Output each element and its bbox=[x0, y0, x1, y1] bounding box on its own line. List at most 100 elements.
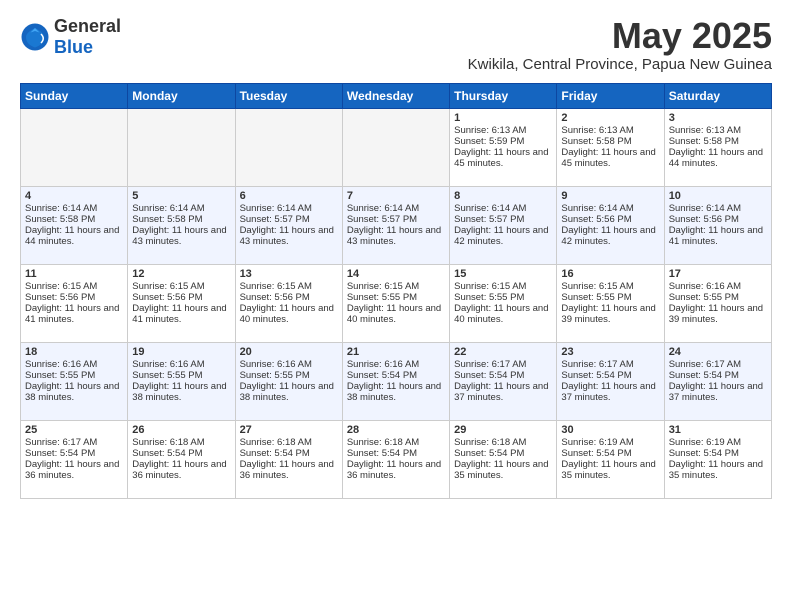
day-number: 30 bbox=[561, 424, 659, 436]
sunset: Sunset: 5:54 PM bbox=[347, 370, 417, 381]
daylight-label: Daylight: 11 hours and 36 minutes. bbox=[347, 459, 441, 481]
sunset: Sunset: 5:54 PM bbox=[669, 370, 739, 381]
sunrise: Sunrise: 6:15 AM bbox=[132, 281, 204, 292]
sunset: Sunset: 5:55 PM bbox=[25, 370, 95, 381]
sunrise: Sunrise: 6:14 AM bbox=[240, 203, 312, 214]
sunrise: Sunrise: 6:15 AM bbox=[454, 281, 526, 292]
logo-general: General bbox=[54, 16, 121, 36]
day-number: 1 bbox=[454, 112, 552, 124]
sunset: Sunset: 5:55 PM bbox=[669, 292, 739, 303]
calendar-cell: 19Sunrise: 6:16 AMSunset: 5:55 PMDayligh… bbox=[128, 342, 235, 420]
day-number: 17 bbox=[669, 268, 767, 280]
daylight-label: Daylight: 11 hours and 43 minutes. bbox=[347, 225, 441, 247]
calendar-cell: 16Sunrise: 6:15 AMSunset: 5:55 PMDayligh… bbox=[557, 264, 664, 342]
sunset: Sunset: 5:58 PM bbox=[25, 214, 95, 225]
sunrise: Sunrise: 6:18 AM bbox=[132, 437, 204, 448]
sunrise: Sunrise: 6:17 AM bbox=[669, 359, 741, 370]
day-number: 9 bbox=[561, 190, 659, 202]
sunrise: Sunrise: 6:15 AM bbox=[25, 281, 97, 292]
calendar-cell: 6Sunrise: 6:14 AMSunset: 5:57 PMDaylight… bbox=[235, 186, 342, 264]
day-number: 8 bbox=[454, 190, 552, 202]
sunset: Sunset: 5:54 PM bbox=[240, 448, 310, 459]
sunrise: Sunrise: 6:15 AM bbox=[240, 281, 312, 292]
header: General Blue May 2025 Kwikila, Central P… bbox=[20, 16, 772, 79]
sunset: Sunset: 5:54 PM bbox=[25, 448, 95, 459]
header-row: Sunday Monday Tuesday Wednesday Thursday… bbox=[21, 83, 772, 108]
day-number: 5 bbox=[132, 190, 230, 202]
sunrise: Sunrise: 6:17 AM bbox=[454, 359, 526, 370]
calendar-cell: 7Sunrise: 6:14 AMSunset: 5:57 PMDaylight… bbox=[342, 186, 449, 264]
calendar-cell: 11Sunrise: 6:15 AMSunset: 5:56 PMDayligh… bbox=[21, 264, 128, 342]
daylight-label: Daylight: 11 hours and 39 minutes. bbox=[561, 303, 655, 325]
sunset: Sunset: 5:54 PM bbox=[347, 448, 417, 459]
week-row-4: 18Sunrise: 6:16 AMSunset: 5:55 PMDayligh… bbox=[21, 342, 772, 420]
sunset: Sunset: 5:55 PM bbox=[561, 292, 631, 303]
calendar-cell: 23Sunrise: 6:17 AMSunset: 5:54 PMDayligh… bbox=[557, 342, 664, 420]
daylight-label: Daylight: 11 hours and 41 minutes. bbox=[669, 225, 763, 247]
calendar-cell: 20Sunrise: 6:16 AMSunset: 5:55 PMDayligh… bbox=[235, 342, 342, 420]
daylight-label: Daylight: 11 hours and 35 minutes. bbox=[454, 459, 548, 481]
sunset: Sunset: 5:55 PM bbox=[454, 292, 524, 303]
sunrise: Sunrise: 6:15 AM bbox=[347, 281, 419, 292]
sunset: Sunset: 5:56 PM bbox=[240, 292, 310, 303]
daylight-label: Daylight: 11 hours and 38 minutes. bbox=[347, 381, 441, 403]
daylight-label: Daylight: 11 hours and 36 minutes. bbox=[25, 459, 119, 481]
calendar-cell: 13Sunrise: 6:15 AMSunset: 5:56 PMDayligh… bbox=[235, 264, 342, 342]
logo-blue: Blue bbox=[54, 37, 93, 57]
sunset: Sunset: 5:57 PM bbox=[240, 214, 310, 225]
calendar-cell: 9Sunrise: 6:14 AMSunset: 5:56 PMDaylight… bbox=[557, 186, 664, 264]
daylight-label: Daylight: 11 hours and 42 minutes. bbox=[454, 225, 548, 247]
daylight-label: Daylight: 11 hours and 43 minutes. bbox=[240, 225, 334, 247]
calendar-cell bbox=[342, 108, 449, 186]
sunset: Sunset: 5:54 PM bbox=[454, 370, 524, 381]
daylight-label: Daylight: 11 hours and 44 minutes. bbox=[669, 147, 763, 169]
calendar-cell: 21Sunrise: 6:16 AMSunset: 5:54 PMDayligh… bbox=[342, 342, 449, 420]
week-row-3: 11Sunrise: 6:15 AMSunset: 5:56 PMDayligh… bbox=[21, 264, 772, 342]
col-wednesday: Wednesday bbox=[342, 83, 449, 108]
sunset: Sunset: 5:54 PM bbox=[561, 370, 631, 381]
day-number: 2 bbox=[561, 112, 659, 124]
daylight-label: Daylight: 11 hours and 45 minutes. bbox=[454, 147, 548, 169]
calendar-cell: 15Sunrise: 6:15 AMSunset: 5:55 PMDayligh… bbox=[450, 264, 557, 342]
sunrise: Sunrise: 6:18 AM bbox=[240, 437, 312, 448]
daylight-label: Daylight: 11 hours and 43 minutes. bbox=[132, 225, 226, 247]
col-monday: Monday bbox=[128, 83, 235, 108]
daylight-label: Daylight: 11 hours and 39 minutes. bbox=[669, 303, 763, 325]
calendar-cell: 1Sunrise: 6:13 AMSunset: 5:59 PMDaylight… bbox=[450, 108, 557, 186]
day-number: 10 bbox=[669, 190, 767, 202]
col-tuesday: Tuesday bbox=[235, 83, 342, 108]
day-number: 3 bbox=[669, 112, 767, 124]
day-number: 20 bbox=[240, 346, 338, 358]
sunrise: Sunrise: 6:17 AM bbox=[561, 359, 633, 370]
sunrise: Sunrise: 6:14 AM bbox=[561, 203, 633, 214]
day-number: 31 bbox=[669, 424, 767, 436]
day-number: 25 bbox=[25, 424, 123, 436]
calendar-cell: 26Sunrise: 6:18 AMSunset: 5:54 PMDayligh… bbox=[128, 420, 235, 498]
daylight-label: Daylight: 11 hours and 40 minutes. bbox=[240, 303, 334, 325]
daylight-label: Daylight: 11 hours and 44 minutes. bbox=[25, 225, 119, 247]
sunset: Sunset: 5:56 PM bbox=[132, 292, 202, 303]
calendar-cell: 29Sunrise: 6:18 AMSunset: 5:54 PMDayligh… bbox=[450, 420, 557, 498]
sunset: Sunset: 5:56 PM bbox=[561, 214, 631, 225]
daylight-label: Daylight: 11 hours and 40 minutes. bbox=[454, 303, 548, 325]
week-row-5: 25Sunrise: 6:17 AMSunset: 5:54 PMDayligh… bbox=[21, 420, 772, 498]
daylight-label: Daylight: 11 hours and 41 minutes. bbox=[25, 303, 119, 325]
day-number: 11 bbox=[25, 268, 123, 280]
day-number: 28 bbox=[347, 424, 445, 436]
day-number: 26 bbox=[132, 424, 230, 436]
sunset: Sunset: 5:56 PM bbox=[25, 292, 95, 303]
daylight-label: Daylight: 11 hours and 38 minutes. bbox=[240, 381, 334, 403]
sunrise: Sunrise: 6:13 AM bbox=[561, 125, 633, 136]
calendar-cell: 30Sunrise: 6:19 AMSunset: 5:54 PMDayligh… bbox=[557, 420, 664, 498]
sunrise: Sunrise: 6:14 AM bbox=[132, 203, 204, 214]
day-number: 22 bbox=[454, 346, 552, 358]
calendar-cell: 4Sunrise: 6:14 AMSunset: 5:58 PMDaylight… bbox=[21, 186, 128, 264]
sunset: Sunset: 5:57 PM bbox=[454, 214, 524, 225]
calendar-cell bbox=[235, 108, 342, 186]
calendar-cell bbox=[21, 108, 128, 186]
sunset: Sunset: 5:59 PM bbox=[454, 136, 524, 147]
day-number: 15 bbox=[454, 268, 552, 280]
sunrise: Sunrise: 6:13 AM bbox=[669, 125, 741, 136]
daylight-label: Daylight: 11 hours and 40 minutes. bbox=[347, 303, 441, 325]
sunrise: Sunrise: 6:14 AM bbox=[669, 203, 741, 214]
